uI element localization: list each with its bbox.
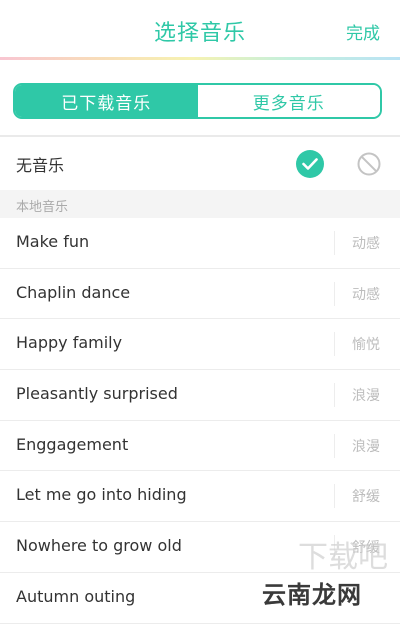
selected-check-icon[interactable] [296, 150, 324, 178]
tag-divider [334, 383, 335, 408]
track-name: Chaplin dance [16, 282, 131, 302]
music-source-segmented-control: 已下载音乐 更多音乐 [13, 83, 382, 119]
disable-music-icon[interactable] [356, 151, 382, 177]
tag-divider [334, 281, 335, 306]
done-button[interactable]: 完成 [346, 19, 380, 44]
watermark-faint: 下载吧 [298, 540, 388, 575]
track-mood-tag: 浪漫 [352, 438, 380, 455]
tab-downloaded-music[interactable]: 已下载音乐 [15, 85, 198, 117]
header-bar: 选择音乐 完成 [0, 0, 400, 60]
track-name: Enggagement [16, 434, 129, 454]
watermark-logo: 云南龙网 [262, 581, 362, 609]
track-row[interactable]: Let me go into hiding 舒缓 [0, 471, 400, 523]
track-row[interactable]: Pleasantly surprised 浪漫 [0, 370, 400, 421]
tag-divider [334, 231, 335, 255]
track-row[interactable]: Chaplin dance 动感 [0, 269, 400, 320]
track-name: Let me go into hiding [16, 485, 187, 505]
page-title: 选择音乐 [153, 21, 246, 46]
track-mood-tag: 愉悦 [352, 337, 380, 354]
track-row[interactable]: Enggagement 浪漫 [0, 421, 400, 472]
no-music-label: 无音乐 [16, 155, 65, 175]
tab-more-music[interactable]: 更多音乐 [197, 85, 380, 117]
local-music-section-header: 本地音乐 [0, 190, 400, 218]
track-mood-tag: 浪漫 [352, 388, 380, 405]
track-name: Nowhere to grow old [16, 536, 182, 556]
track-row[interactable]: Make fun 动感 [0, 218, 400, 269]
track-name: Pleasantly surprised [16, 384, 178, 404]
tag-divider [334, 332, 335, 357]
track-mood-tag: 动感 [352, 236, 380, 252]
track-name: Make fun [16, 232, 90, 251]
section-title: 本地音乐 [16, 200, 69, 215]
tag-divider [334, 433, 335, 458]
track-mood-tag: 舒缓 [352, 489, 380, 506]
no-music-row[interactable]: 无音乐 [0, 137, 400, 190]
track-mood-tag: 动感 [352, 286, 380, 303]
tag-divider [334, 484, 335, 509]
track-name: Autumn outing [16, 586, 136, 606]
header-gradient-divider [0, 57, 400, 60]
track-row[interactable]: Happy family 愉悦 [0, 319, 400, 371]
track-name: Happy family [16, 333, 123, 353]
